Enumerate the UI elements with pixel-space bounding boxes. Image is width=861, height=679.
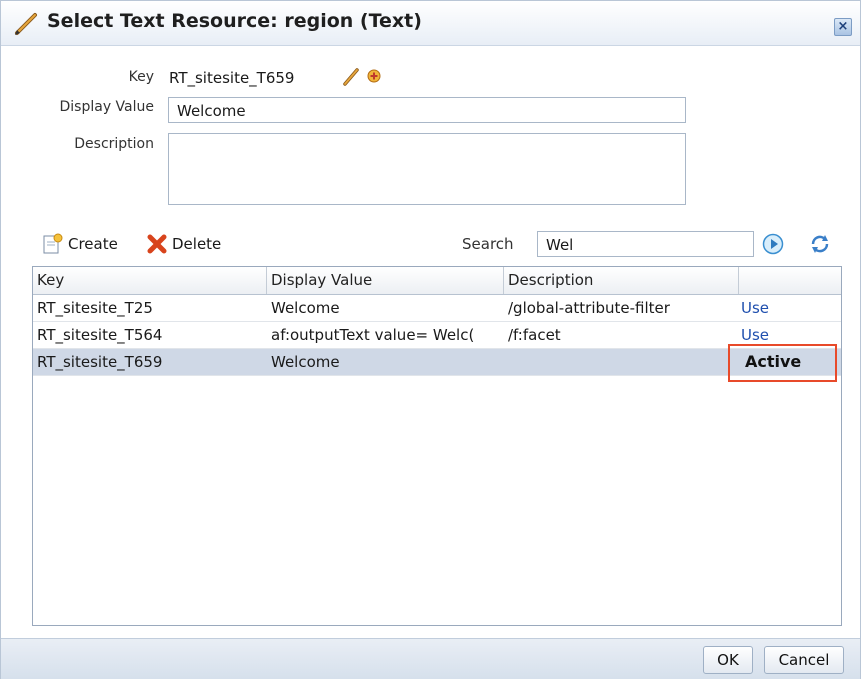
- table-row[interactable]: RT_sitesite_T25 Welcome /global-attribut…: [33, 295, 841, 322]
- resource-toolbar: Create Delete Search Wel: [32, 229, 840, 263]
- edit-pencil-icon[interactable]: [343, 68, 359, 86]
- dialog-titlebar: Select Text Resource: region (Text) ×: [1, 1, 860, 46]
- cell-key: RT_sitesite_T659: [37, 353, 163, 371]
- use-link[interactable]: Use: [737, 295, 837, 321]
- add-new-icon[interactable]: [367, 69, 381, 83]
- cell-description: /global-attribute-filter: [508, 299, 670, 317]
- cell-description: /f:facet: [508, 326, 561, 344]
- create-label: Create: [68, 235, 118, 253]
- description-textarea[interactable]: [168, 133, 686, 205]
- cell-description: [504, 349, 739, 375]
- dialog-title: Select Text Resource: region (Text): [47, 10, 422, 32]
- refresh-icon[interactable]: [808, 232, 832, 256]
- column-header-action: [739, 267, 841, 294]
- table-row[interactable]: RT_sitesite_T564 af:outputText value= We…: [33, 322, 841, 349]
- close-button[interactable]: ×: [834, 18, 852, 36]
- cell-key: RT_sitesite_T564: [37, 326, 163, 344]
- go-search-icon[interactable]: [762, 233, 784, 255]
- search-input[interactable]: Wel: [537, 231, 754, 257]
- pencil-icon: [15, 13, 37, 35]
- table-row-selected[interactable]: RT_sitesite_T659 Welcome Active: [33, 349, 841, 376]
- create-button[interactable]: Create: [42, 233, 118, 255]
- delete-label: Delete: [172, 235, 222, 253]
- create-document-icon: [43, 233, 63, 254]
- resources-table: Key Display Value Description RT_sitesit…: [32, 266, 842, 626]
- column-header-description[interactable]: Description: [504, 267, 739, 294]
- ok-button[interactable]: OK: [703, 646, 753, 674]
- delete-x-icon: [147, 234, 167, 254]
- dialog-footer: OK Cancel: [1, 638, 860, 679]
- search-label: Search: [462, 235, 514, 253]
- cancel-button[interactable]: Cancel: [764, 646, 844, 674]
- table-header: Key Display Value Description: [33, 267, 841, 295]
- key-value: RT_sitesite_T659: [169, 69, 295, 87]
- display-value-input[interactable]: Welcome: [168, 97, 686, 123]
- key-action-icons: [343, 68, 381, 86]
- select-text-resource-dialog: Select Text Resource: region (Text) × Ke…: [0, 0, 861, 679]
- column-header-display-value[interactable]: Display Value: [267, 267, 504, 294]
- display-value-label: Display Value: [59, 99, 155, 115]
- delete-button[interactable]: Delete: [146, 233, 221, 255]
- cell-display-value: af:outputText value= Welc(: [271, 326, 475, 344]
- description-label: Description: [74, 136, 154, 152]
- column-header-key[interactable]: Key: [33, 267, 267, 294]
- cell-display-value: Welcome: [271, 299, 340, 317]
- active-highlight-box: [728, 344, 837, 382]
- cell-key: RT_sitesite_T25: [37, 299, 153, 317]
- key-label: Key: [128, 69, 154, 85]
- cell-display-value: Welcome: [271, 353, 340, 371]
